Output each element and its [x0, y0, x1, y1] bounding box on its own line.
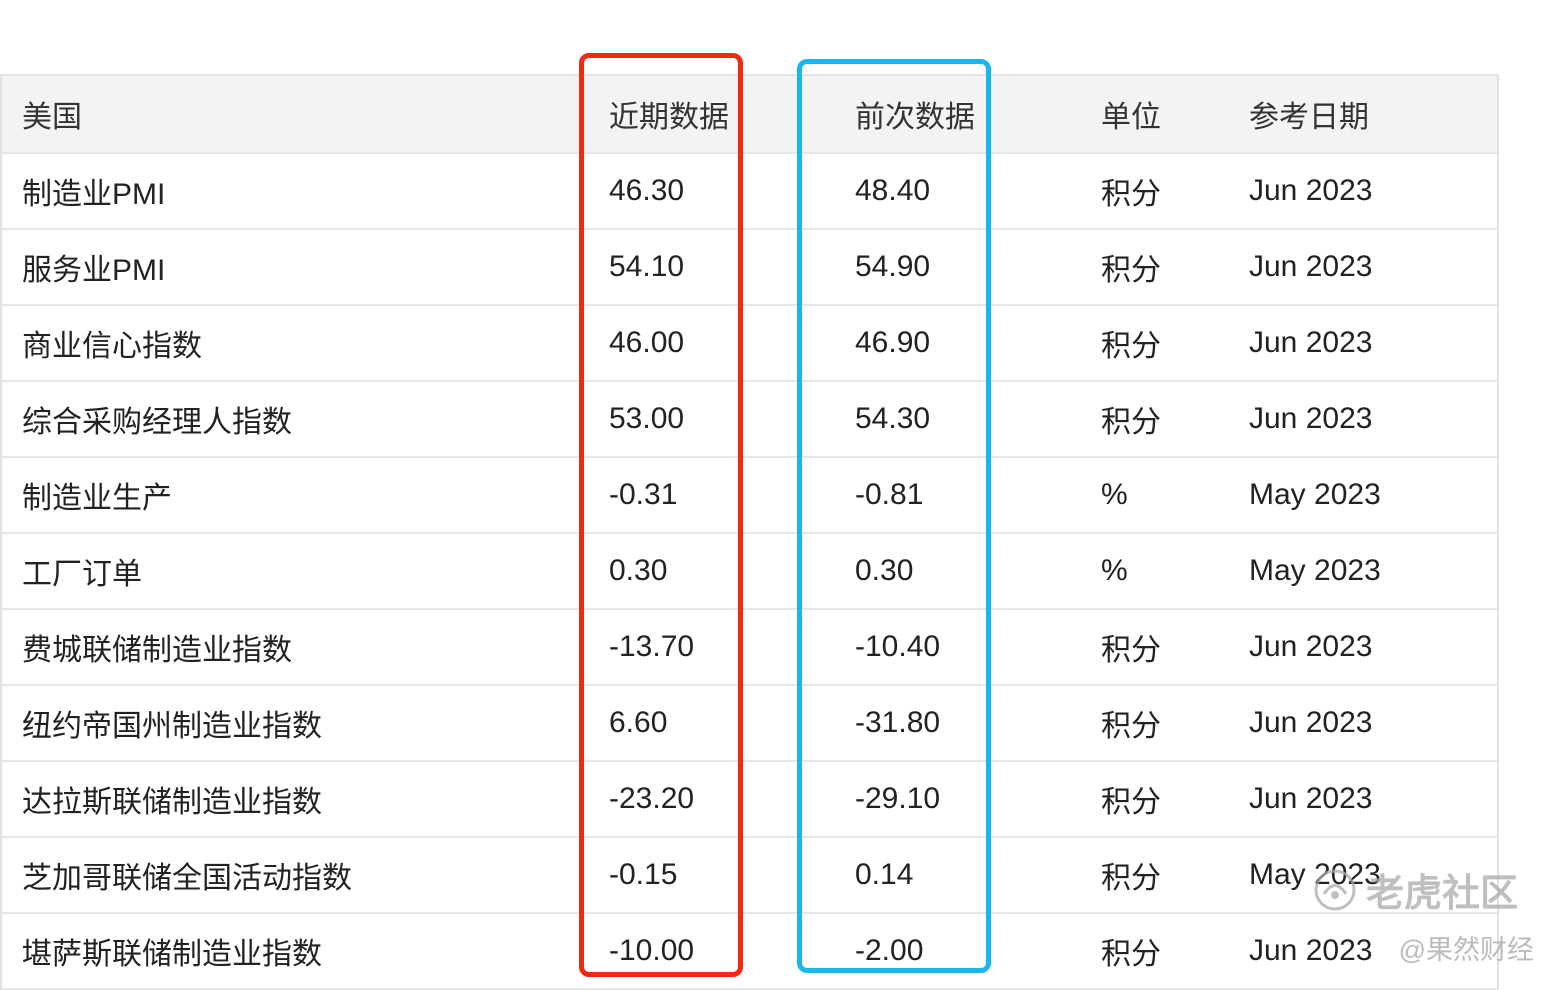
cell-date: Jun 2023: [1249, 934, 1373, 967]
cell-latest: 6.60: [609, 706, 668, 739]
watermark-logo: 老虎社区: [1312, 862, 1518, 917]
cell-unit: 积分: [1101, 178, 1161, 211]
cell-unit: 积分: [1101, 330, 1161, 363]
cell-previous: 48.40: [855, 174, 931, 207]
cell-indicator: 纽约帝国州制造业指数: [22, 710, 322, 743]
cell-previous: 46.90: [855, 326, 931, 359]
cell-previous: -0.81: [855, 478, 924, 511]
cell-indicator: 商业信心指数: [22, 330, 202, 363]
cell-indicator: 服务业PMI: [22, 254, 166, 287]
cell-previous: -29.10: [855, 782, 941, 815]
cell-unit: %: [1101, 478, 1128, 511]
cell-unit: %: [1101, 554, 1128, 587]
cell-latest: -23.20: [609, 782, 695, 815]
header-previous: 前次数据: [855, 101, 975, 134]
cell-unit: 积分: [1101, 938, 1161, 971]
cell-indicator: 芝加哥联储全国活动指数: [22, 862, 352, 895]
tiger-community-logo-icon: [1314, 869, 1356, 910]
cell-date: Jun 2023: [1249, 326, 1373, 359]
cell-indicator: 综合采购经理人指数: [22, 406, 292, 439]
table-row: 芝加哥联储全国活动指数 -0.15 0.14 积分 May 2023: [2, 838, 1497, 914]
table-row: 商业信心指数 46.00 46.90 积分 Jun 2023: [2, 306, 1497, 382]
cell-latest: -10.00: [609, 934, 695, 967]
cell-indicator: 制造业PMI: [22, 178, 166, 211]
cell-date: Jun 2023: [1249, 402, 1373, 435]
header-country: 美国: [22, 101, 82, 134]
table-row: 堪萨斯联储制造业指数 -10.00 -2.00 积分 Jun 2023: [2, 914, 1497, 990]
cell-unit: 积分: [1101, 406, 1161, 439]
watermark-logo-text: 老虎社区: [1366, 873, 1519, 915]
cell-latest: -0.31: [609, 478, 678, 511]
table-header-row: 美国 近期数据 前次数据 单位 参考日期: [2, 76, 1497, 154]
cell-date: Jun 2023: [1249, 782, 1373, 815]
table-row: 服务业PMI 54.10 54.90 积分 Jun 2023: [2, 230, 1497, 306]
cell-indicator: 堪萨斯联储制造业指数: [22, 938, 322, 971]
cell-unit: 积分: [1101, 862, 1161, 895]
table-row: 费城联储制造业指数 -13.70 -10.40 积分 Jun 2023: [2, 610, 1497, 686]
cell-date: Jun 2023: [1249, 630, 1373, 663]
cell-latest: 53.00: [609, 402, 685, 435]
cell-latest: -13.70: [609, 630, 695, 663]
cell-previous: -31.80: [855, 706, 941, 739]
cell-date: May 2023: [1249, 478, 1381, 511]
cell-previous: 0.30: [855, 554, 914, 587]
cell-previous: -10.40: [855, 630, 941, 663]
cell-latest: 46.30: [609, 174, 685, 207]
table-row: 纽约帝国州制造业指数 6.60 -31.80 积分 Jun 2023: [2, 686, 1497, 762]
cell-latest: 54.10: [609, 250, 685, 283]
header-date: 参考日期: [1249, 101, 1369, 134]
table-row: 达拉斯联储制造业指数 -23.20 -29.10 积分 Jun 2023: [2, 762, 1497, 838]
header-unit: 单位: [1101, 101, 1161, 134]
cell-unit: 积分: [1101, 634, 1161, 667]
table-row: 制造业PMI 46.30 48.40 积分 Jun 2023: [2, 154, 1497, 230]
cell-indicator: 工厂订单: [22, 558, 142, 591]
cell-date: Jun 2023: [1249, 250, 1373, 283]
cell-indicator: 达拉斯联储制造业指数: [22, 786, 322, 819]
header-latest: 近期数据: [609, 101, 729, 134]
cell-unit: 积分: [1101, 254, 1161, 287]
cell-unit: 积分: [1101, 786, 1161, 819]
cell-previous: 54.90: [855, 250, 931, 283]
cell-previous: -2.00: [855, 934, 924, 967]
table-row: 工厂订单 0.30 0.30 % May 2023: [2, 534, 1497, 610]
cell-date: Jun 2023: [1249, 706, 1373, 739]
cell-date: Jun 2023: [1249, 174, 1373, 207]
cell-indicator: 制造业生产: [22, 482, 172, 515]
cell-latest: 46.00: [609, 326, 685, 359]
cell-previous: 54.30: [855, 402, 931, 435]
economic-data-table: 美国 近期数据 前次数据 单位 参考日期 制造业PMI 46.30 48.40 …: [0, 74, 1499, 990]
table-row: 综合采购经理人指数 53.00 54.30 积分 Jun 2023: [2, 382, 1497, 458]
table-row: 制造业生产 -0.31 -0.81 % May 2023: [2, 458, 1497, 534]
cell-latest: -0.15: [609, 858, 678, 891]
watermark-author: @果然财经: [1398, 935, 1534, 965]
cell-date: May 2023: [1249, 554, 1381, 587]
cell-latest: 0.30: [609, 554, 668, 587]
cell-previous: 0.14: [855, 858, 914, 891]
cell-indicator: 费城联储制造业指数: [22, 634, 292, 667]
cell-unit: 积分: [1101, 710, 1161, 743]
